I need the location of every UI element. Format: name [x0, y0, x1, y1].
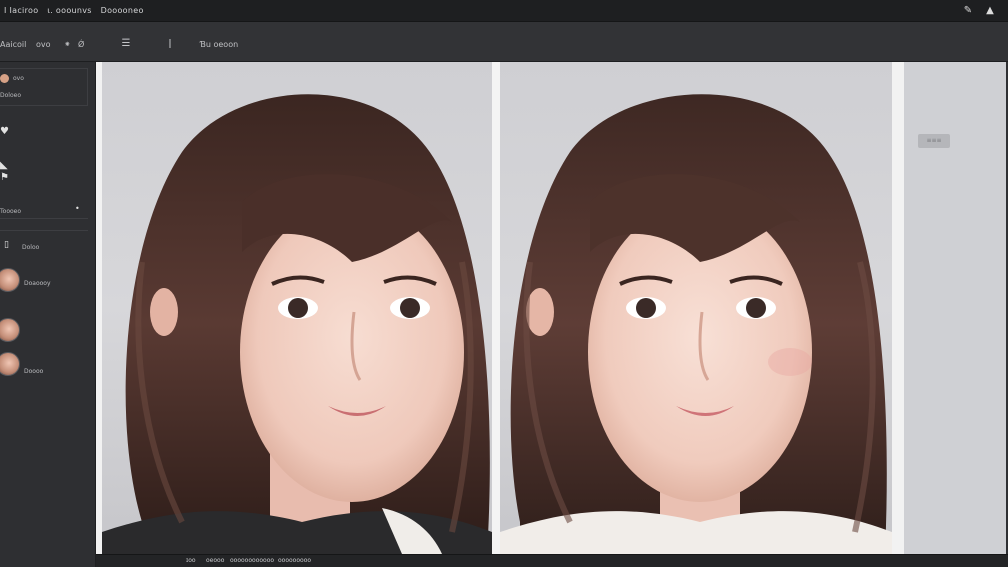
left-sidebar: ovo Doloeo ♥ ◣ ⚑ Toooeo • ▯ Doloo Doaooo… — [0, 62, 96, 567]
portrait-before — [102, 94, 492, 554]
layer-row-1-label: ovo — [13, 75, 24, 82]
face-thumbnail-3-label: Doooo — [24, 368, 44, 375]
brush-icon[interactable]: ✎ — [962, 5, 974, 17]
before-image[interactable] — [102, 62, 492, 554]
status-part-4: ooooooooo — [278, 557, 312, 564]
split-divider[interactable] — [492, 62, 500, 554]
toolbar: Aaicoil ovo ⁕ Ǿ ☰ ǀ Ɓu oeoon — [0, 22, 1008, 62]
title-part-3: Dooooneo — [100, 6, 144, 15]
layer-row-2-label: Doloeo — [0, 92, 21, 99]
layer-row-1[interactable]: ovo — [0, 74, 24, 83]
triangle-icon[interactable]: ◣ — [0, 160, 8, 171]
title-part-1: Ⅰ Iaciroo — [4, 6, 39, 15]
section-header[interactable]: Toooeo — [0, 208, 21, 215]
face-thumbnail-2[interactable] — [0, 318, 20, 342]
section-divider-2 — [0, 230, 88, 231]
toolbar-item-3[interactable]: ⁕ — [64, 40, 71, 49]
face-thumbnail-3[interactable] — [0, 352, 20, 376]
section-toggle-icon[interactable]: • — [75, 204, 80, 213]
status-part-3: oooooooooooo — [230, 557, 275, 564]
sub-item-label: Doloo — [22, 244, 40, 251]
title-part-2: ι. ooounvs — [47, 6, 92, 15]
section-label: Toooeo — [0, 208, 22, 215]
triangle-icon[interactable]: ▲ — [984, 5, 996, 17]
right-panel-chip[interactable]: ≡≡≡ — [918, 134, 950, 148]
portrait-after — [500, 94, 892, 554]
heart-icon[interactable]: ♥ — [0, 126, 9, 137]
list-icon[interactable]: ☰ — [120, 38, 132, 50]
text-cursor-icon[interactable]: ǀ — [164, 38, 176, 50]
canvas[interactable] — [96, 62, 904, 554]
status-bar: ɪoo oeooo oooooooooooo ooooooooo — [96, 554, 1008, 567]
status-part-1: ɪoo — [186, 557, 196, 564]
toolbar-label[interactable]: Ɓu oeoon — [200, 40, 238, 49]
sub-item[interactable]: Doloo — [22, 244, 39, 251]
toolbar-item-4[interactable]: Ǿ — [78, 40, 84, 49]
face-dot-icon — [0, 74, 9, 83]
phone-icon[interactable]: ▯ — [4, 240, 9, 250]
face-thumbnail-1[interactable] — [0, 268, 20, 292]
status-part-2: oeooo — [206, 557, 225, 564]
title-bar: Ⅰ Iaciroo ι. ooounvs Dooooneo ✎ ▲ — [0, 0, 1008, 22]
section-divider — [0, 218, 88, 219]
after-image[interactable] — [500, 62, 892, 554]
flag-icon[interactable]: ⚑ — [0, 172, 9, 183]
layer-row-2[interactable]: Doloeo — [0, 92, 21, 99]
right-panel: ≡≡≡ — [904, 62, 1008, 554]
face-thumbnail-1-label: Doaoooy — [24, 280, 51, 287]
right-panel-preview: ≡≡≡ — [904, 62, 1006, 554]
toolbar-item-2[interactable]: ovo — [36, 40, 51, 49]
window-title: Ⅰ Iaciroo ι. ooounvs Dooooneo — [4, 6, 150, 15]
toolbar-item-1[interactable]: Aaicoil — [0, 40, 26, 49]
